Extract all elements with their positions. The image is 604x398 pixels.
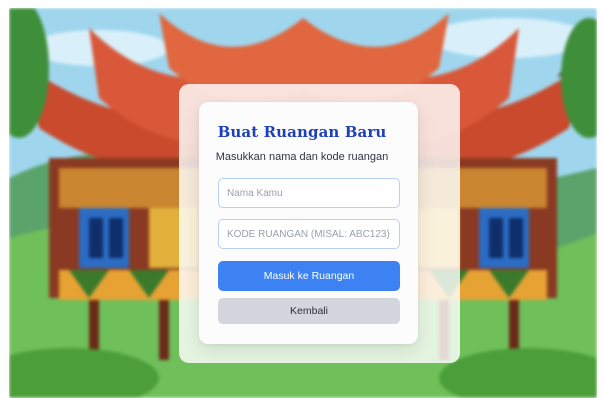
page-title: Buat Ruangan Baru (217, 123, 387, 141)
back-button[interactable]: Kembali (218, 298, 400, 324)
enter-room-button[interactable]: Masuk ke Ruangan (218, 261, 400, 291)
room-code-input[interactable] (218, 219, 400, 249)
page-subtitle: Masukkan nama dan kode ruangan (215, 151, 389, 163)
name-input[interactable] (218, 178, 400, 208)
